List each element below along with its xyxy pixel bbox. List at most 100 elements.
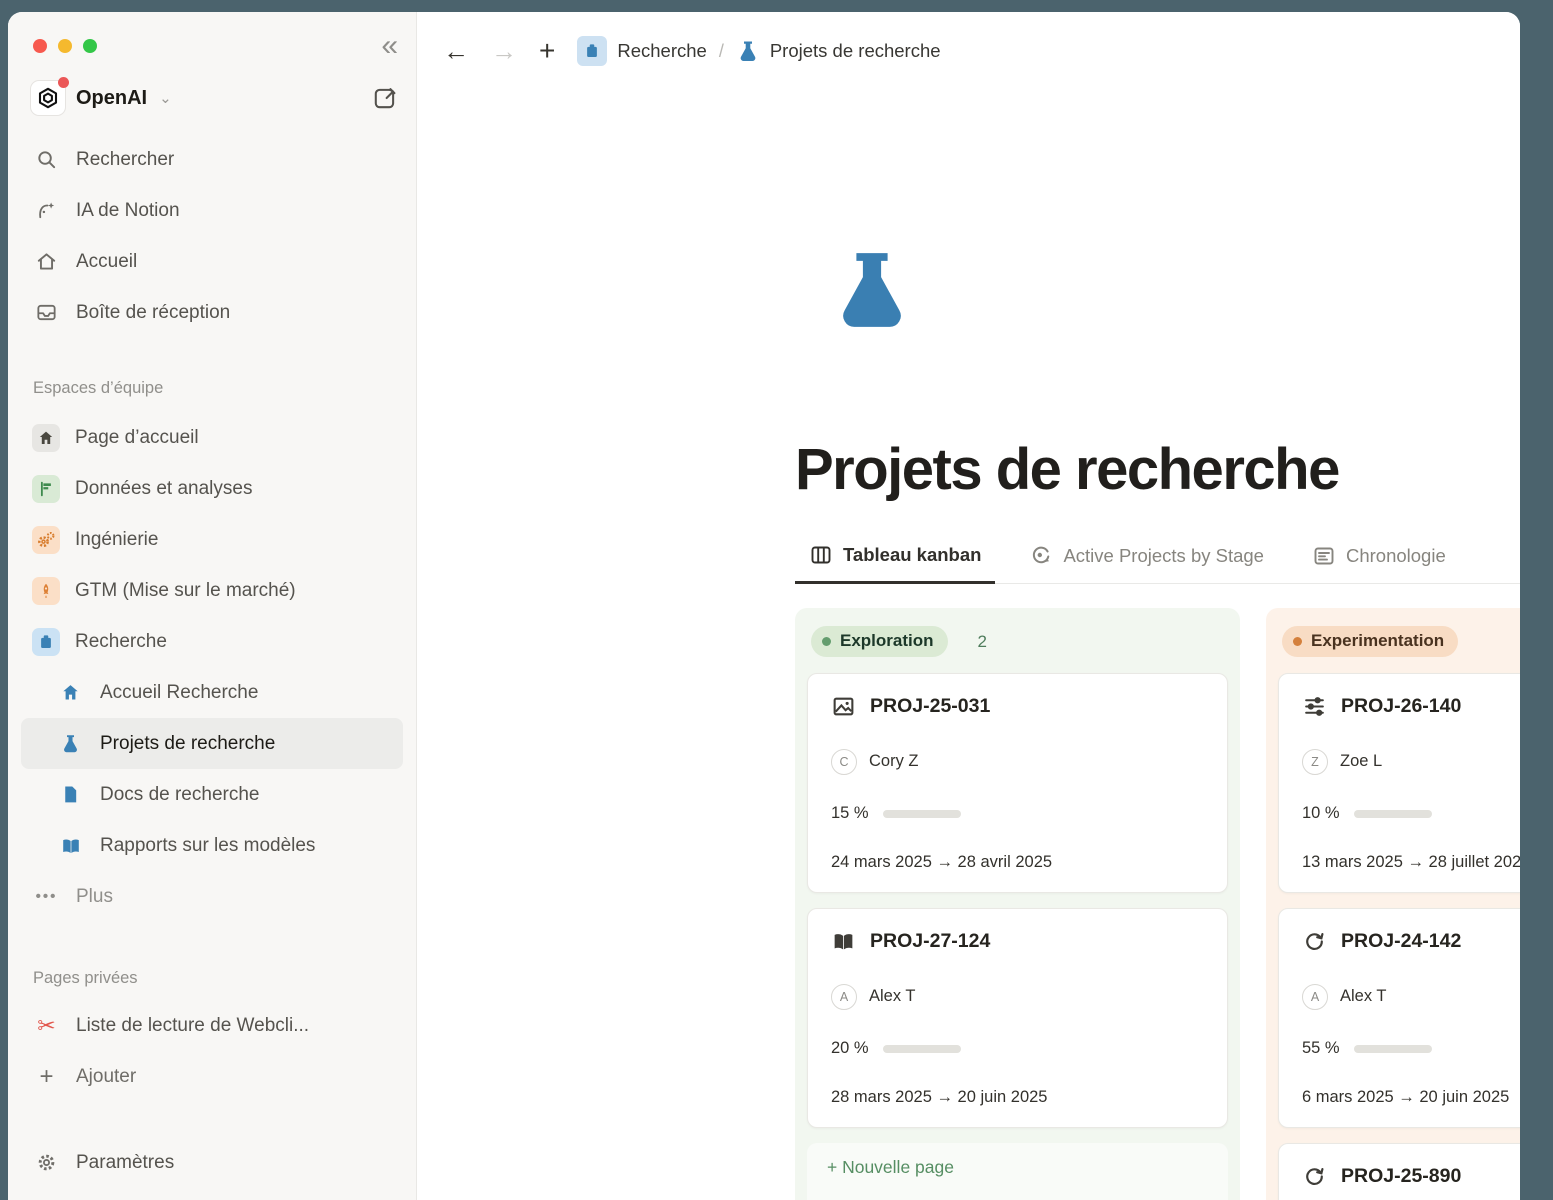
forward-icon[interactable]: → <box>491 36 517 67</box>
card-title: PROJ-26-140 <box>1341 695 1461 718</box>
chevron-down-icon: ⌄ <box>159 89 172 107</box>
inbox-icon <box>33 301 60 324</box>
tab-label: Chronologie <box>1346 545 1446 567</box>
sliders-icon <box>1302 694 1327 719</box>
sidebar-item-data-analytics[interactable]: Données et analyses <box>8 463 416 514</box>
status-badge: Exploration <box>811 626 948 657</box>
minimize-window-button[interactable] <box>58 39 72 53</box>
card-title: PROJ-25-890 <box>1341 1165 1461 1188</box>
rocket-tile-icon <box>32 577 60 605</box>
sidebar-item-settings[interactable]: Paramètres <box>8 1137 416 1188</box>
breadcrumb-flask-icon <box>736 39 760 63</box>
home-blue-icon <box>57 682 84 703</box>
zoom-window-button[interactable] <box>83 39 97 53</box>
progress-bar <box>1354 810 1432 818</box>
sidebar-item-search[interactable]: Rechercher <box>8 134 416 185</box>
status-label: Experimentation <box>1311 631 1444 651</box>
back-icon[interactable]: ← <box>443 36 469 67</box>
column-header[interactable]: Exploration 2 <box>811 626 1224 657</box>
progress-label: 20 % <box>831 1039 869 1058</box>
sidebar-item-label: Accueil Recherche <box>100 682 258 704</box>
card-title: PROJ-27-124 <box>870 930 990 953</box>
page-flask-icon[interactable] <box>833 248 1520 344</box>
flag-tile-icon <box>32 475 60 503</box>
close-window-button[interactable] <box>33 39 47 53</box>
notion-ai-icon <box>33 199 60 222</box>
status-label: Exploration <box>840 631 934 651</box>
sidebar-item-label: Docs de recherche <box>100 784 259 806</box>
tab-active-projects-by-stage[interactable]: Active Projects by Stage <box>1015 543 1278 583</box>
card-title: PROJ-25-031 <box>870 695 990 718</box>
stage-icon <box>1029 544 1053 568</box>
collapse-sidebar-icon[interactable]: « <box>381 38 398 54</box>
window-controls: « <box>33 38 398 54</box>
kanban-column-exploration: Exploration 2 <box>795 608 1240 1200</box>
sidebar-item-engineering[interactable]: Ingénierie <box>8 514 416 565</box>
card-dates: 13 mars 2025 → 28 juillet 2025 <box>1302 853 1520 872</box>
breadcrumb-separator: / <box>719 41 724 62</box>
kanban-card[interactable]: PROJ-27-124 A Alex T 20 % 28 mars 2025 →… <box>807 908 1228 1128</box>
sidebar-item-label: Page d’accueil <box>75 427 199 449</box>
new-page-icon[interactable]: + <box>539 35 555 67</box>
page-content: Projets de recherche Tableau kanban <box>795 248 1520 1200</box>
sidebar-item-label: IA de Notion <box>76 200 180 222</box>
clipboard-tile-icon <box>32 628 60 656</box>
sidebar-item-research-projects[interactable]: Projets de recherche <box>21 718 403 769</box>
sidebar-item-add-page[interactable]: + Ajouter <box>8 1051 416 1102</box>
tab-timeline[interactable]: Chronologie <box>1298 543 1460 583</box>
home-tile-icon <box>32 424 60 452</box>
sidebar-item-label: Projets de recherche <box>100 733 275 755</box>
column-header[interactable]: Experimentation <box>1282 626 1520 657</box>
avatar: Z <box>1302 749 1328 775</box>
progress-bar <box>883 810 961 818</box>
workspace-switcher[interactable]: OpenAI ⌄ <box>30 76 398 120</box>
progress-label: 15 % <box>831 804 869 823</box>
new-page-button[interactable]: + Nouvelle page <box>807 1143 1228 1200</box>
tab-label: Active Projects by Stage <box>1063 545 1264 567</box>
sidebar-item-more[interactable]: ••• Plus <box>8 871 416 922</box>
sidebar-item-gtm[interactable]: GTM (Mise sur le marché) <box>8 565 416 616</box>
avatar: A <box>1302 984 1328 1010</box>
sidebar-item-webclipper-list[interactable]: ✂ Liste de lecture de Webcli... <box>8 1000 416 1051</box>
assignee-name: Alex T <box>869 987 915 1006</box>
search-icon <box>33 148 60 171</box>
sidebar-item-label: Recherche <box>75 631 167 653</box>
compose-icon[interactable] <box>372 85 398 111</box>
plus-icon: + <box>33 1063 60 1091</box>
sidebar-item-label: Boîte de réception <box>76 302 230 324</box>
notification-dot <box>58 77 69 88</box>
sidebar-item-research-home[interactable]: Accueil Recherche <box>8 667 416 718</box>
sidebar-item-model-reports[interactable]: Rapports sur les modèles <box>8 820 416 871</box>
tab-kanban[interactable]: Tableau kanban <box>795 543 995 584</box>
kanban-card[interactable]: PROJ-26-140 Z Zoe L 10 % 13 mars 2025 → … <box>1278 673 1520 893</box>
doc-icon <box>57 784 84 805</box>
assignee-name: Cory Z <box>869 752 919 771</box>
tab-label: Tableau kanban <box>843 544 981 566</box>
refresh-icon <box>1302 929 1327 954</box>
workspace-name: OpenAI <box>76 87 147 110</box>
avatar: C <box>831 749 857 775</box>
timeline-icon <box>1312 544 1336 568</box>
sidebar-item-research-docs[interactable]: Docs de recherche <box>8 769 416 820</box>
breadcrumb-root[interactable]: Recherche <box>617 40 706 62</box>
progress-label: 55 % <box>1302 1039 1340 1058</box>
kanban-icon <box>809 543 833 567</box>
kanban-board: Exploration 2 <box>795 608 1520 1200</box>
view-tabs: Tableau kanban Active Projects by Stage <box>795 543 1520 584</box>
kanban-card[interactable]: PROJ-25-890 <box>1278 1143 1520 1200</box>
sidebar-item-homepage[interactable]: Page d’accueil <box>8 412 416 463</box>
sidebar-item-research[interactable]: Recherche <box>8 616 416 667</box>
gears-tile-icon <box>32 526 60 554</box>
sidebar-item-label: Rapports sur les modèles <box>100 835 315 857</box>
kanban-card[interactable]: PROJ-25-031 C Cory Z 15 % 24 mars 2025 →… <box>807 673 1228 893</box>
breadcrumb-current[interactable]: Projets de recherche <box>770 40 941 62</box>
status-dot-icon <box>1293 637 1302 646</box>
page-title: Projets de recherche <box>795 436 1520 503</box>
sidebar-item-notion-ai[interactable]: IA de Notion <box>8 185 416 236</box>
sidebar-item-label: Paramètres <box>76 1152 174 1174</box>
kanban-card[interactable]: PROJ-24-142 A Alex T 55 % 6 mars 2025 → … <box>1278 908 1520 1128</box>
sidebar-item-inbox[interactable]: Boîte de réception <box>8 287 416 338</box>
ellipsis-icon: ••• <box>33 888 60 905</box>
sidebar-item-home[interactable]: Accueil <box>8 236 416 287</box>
refresh-icon <box>1302 1164 1327 1189</box>
